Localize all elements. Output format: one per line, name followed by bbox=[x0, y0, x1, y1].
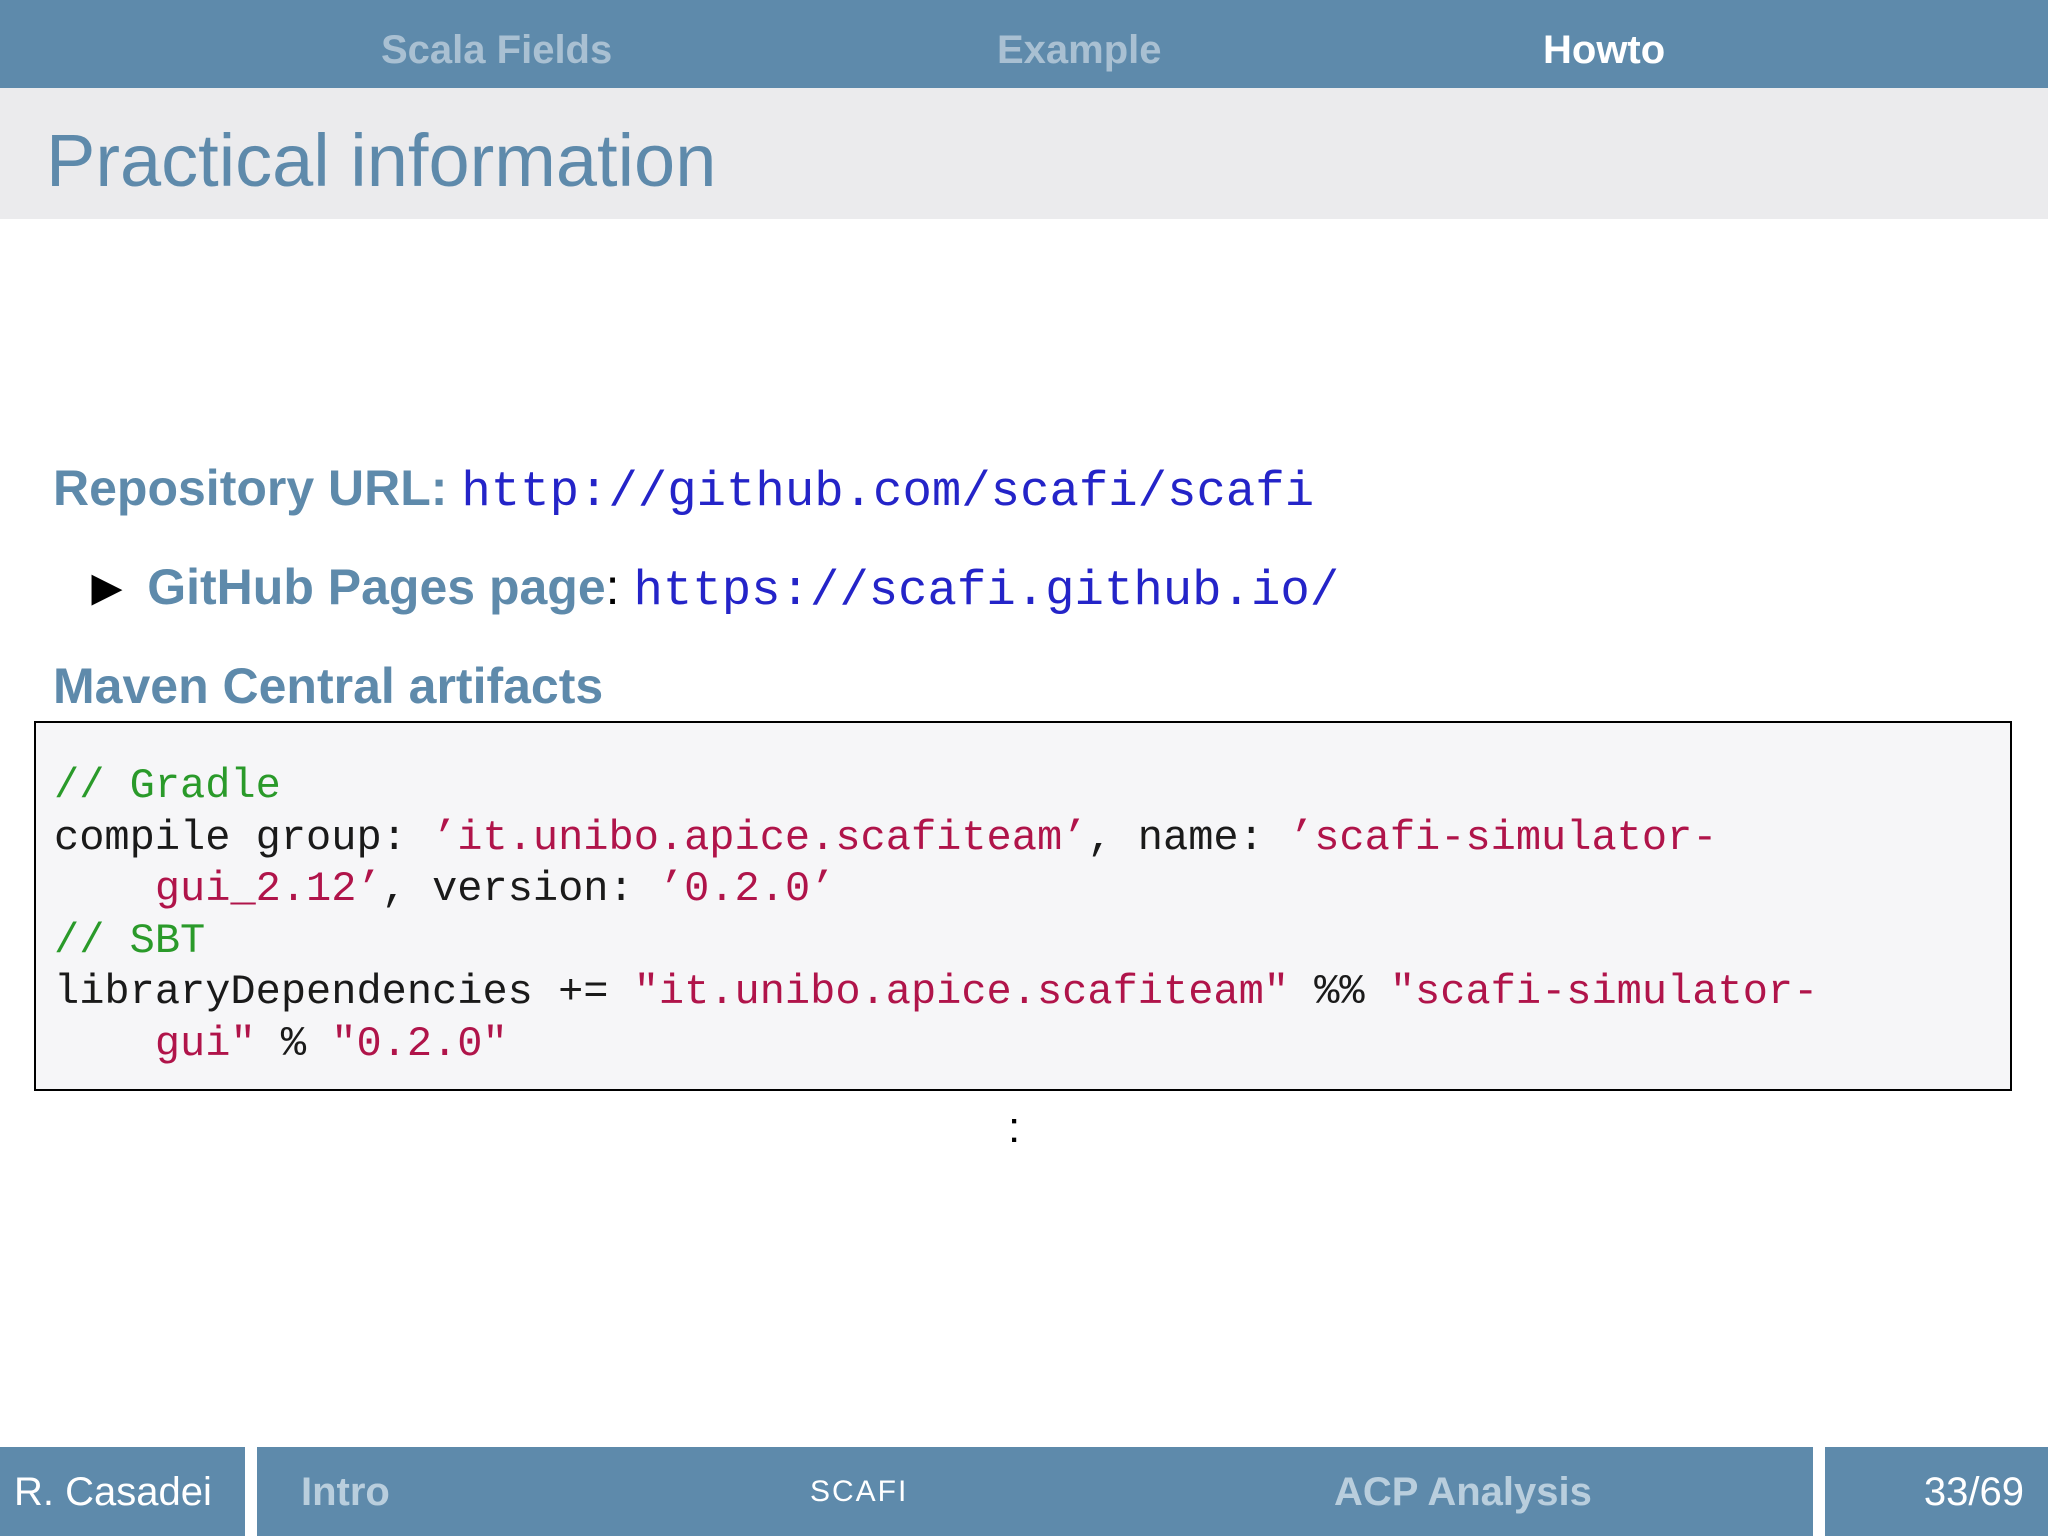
github-pages-colon: : bbox=[605, 559, 620, 615]
code-gradle-version: ’0.2.0’ bbox=[658, 865, 836, 913]
code-sbt-op2: % bbox=[255, 1019, 332, 1068]
frame-title: Practical information bbox=[46, 119, 717, 202]
code-sbt-name-part2: gui" bbox=[154, 1019, 256, 1068]
footer-author-block: R. Casadei bbox=[0, 1447, 245, 1536]
code-sbt-op1: %% bbox=[1289, 968, 1390, 1016]
footer-page-block: 33/69 bbox=[1825, 1447, 2048, 1536]
code-gradle-name-part1: ’scafi-simulator- bbox=[1289, 813, 1718, 862]
github-pages-item: ▶ GitHub Pages page: https://scafi.github… bbox=[92, 562, 1339, 616]
code-sbt-prefix: libraryDependencies += bbox=[54, 968, 634, 1016]
code-gradle-mid: , name: bbox=[1087, 813, 1290, 862]
footer-section-acp-analysis[interactable]: ACP Analysis bbox=[1334, 1472, 1592, 1512]
code-gradle-name-part2: gui_2.12’ bbox=[154, 865, 382, 913]
code-sbt-version: "0.2.0" bbox=[331, 1019, 508, 1068]
footer-short-title: SCAFI bbox=[810, 1474, 909, 1508]
repository-label: Repository URL: bbox=[53, 460, 448, 516]
code-comment-gradle: // Gradle bbox=[54, 762, 281, 810]
github-pages-label: GitHub Pages page bbox=[147, 559, 606, 615]
github-pages-url-link[interactable]: https://scafi.github.io/ bbox=[633, 563, 1339, 619]
frame-title-band: Practical information bbox=[0, 88, 2048, 219]
code-gradle-group: ’it.unibo.apice.scafiteam’ bbox=[432, 813, 1088, 862]
continuation-colon: : bbox=[1008, 1103, 1021, 1152]
code-sbt-group: "it.unibo.apice.scafiteam" bbox=[633, 968, 1290, 1016]
repository-line: Repository URL: http://github.com/scafi/… bbox=[53, 463, 1314, 517]
maven-central-heading: Maven Central artifacts bbox=[53, 658, 604, 714]
nav-section-example[interactable]: Example bbox=[997, 30, 1162, 70]
code-comment-sbt: // SBT bbox=[54, 916, 206, 965]
footer-middle-block: Intro SCAFI ACP Analysis bbox=[257, 1447, 1813, 1536]
code-gradle-mid2: , version: bbox=[381, 865, 659, 913]
code-gradle-prefix: compile group: bbox=[54, 813, 433, 862]
footer-section-intro[interactable]: Intro bbox=[301, 1472, 390, 1512]
repository-url-link[interactable]: http://github.com/scafi/scafi bbox=[461, 464, 1314, 520]
section-navigation-bar: Scala Fields Example Howto bbox=[0, 0, 2048, 88]
nav-section-scala-fields[interactable]: Scala Fields bbox=[381, 30, 612, 70]
bullet-triangle-icon: ▶ bbox=[92, 567, 122, 609]
code-sbt-name-part1: "scafi-simulator- bbox=[1389, 968, 1819, 1016]
code-block: // Gradle compile group: ’it.unibo.apice… bbox=[54, 761, 1818, 1070]
code-listing: // Gradle compile group: ’it.unibo.apice… bbox=[34, 721, 2012, 1091]
page-number: 33/69 bbox=[1923, 1469, 2024, 1514]
nav-section-howto[interactable]: Howto bbox=[1543, 30, 1665, 70]
footer-author: R. Casadei bbox=[14, 1469, 212, 1514]
